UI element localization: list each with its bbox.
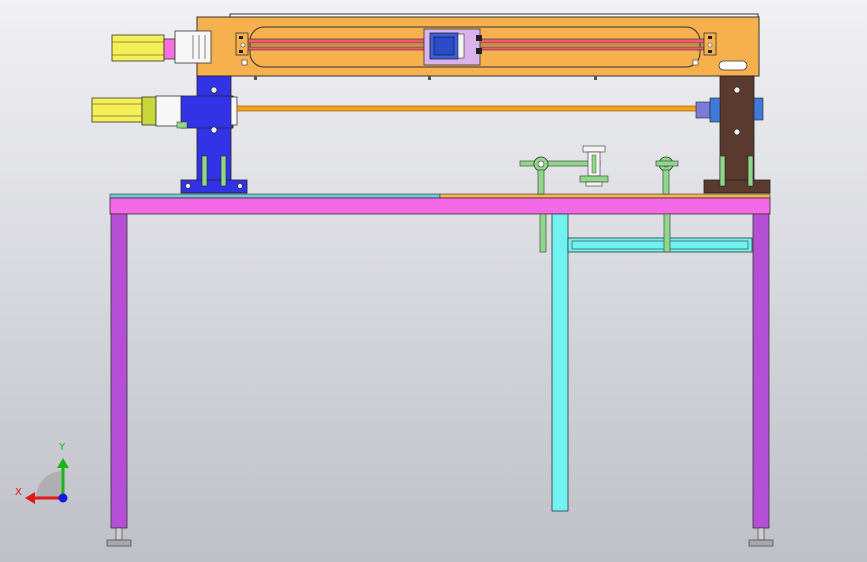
assembly-drawing xyxy=(25,13,774,547)
center-support[interactable] xyxy=(539,213,753,512)
right-column[interactable] xyxy=(695,75,771,194)
upper-motor[interactable] xyxy=(111,30,212,64)
left-column[interactable] xyxy=(180,75,248,194)
fixture[interactable] xyxy=(519,145,679,195)
triad-x-label: X xyxy=(15,487,22,498)
cad-viewport[interactable]: Y X xyxy=(0,0,867,562)
carriage[interactable] xyxy=(423,28,482,66)
lead-screw[interactable] xyxy=(236,105,702,112)
triad-y-label: Y xyxy=(59,442,66,453)
triad-icon xyxy=(25,458,69,504)
